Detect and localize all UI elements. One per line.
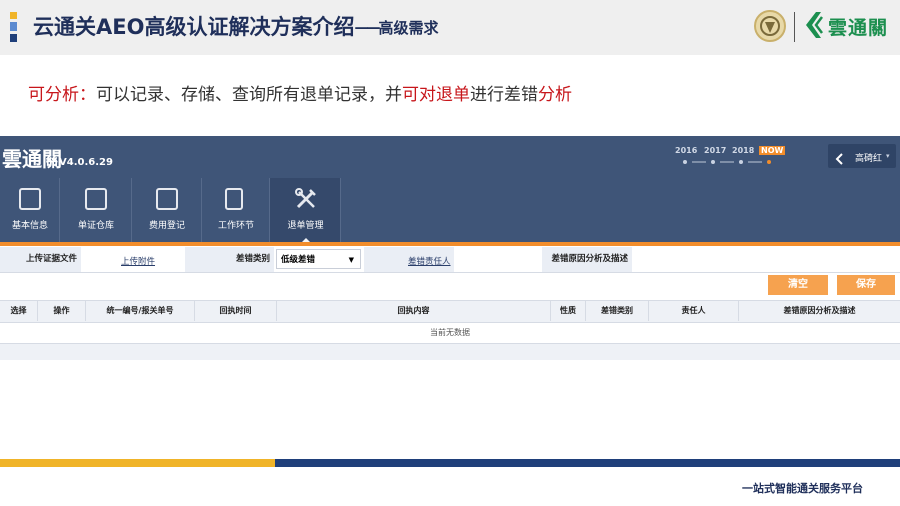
nav-item-label: 单证仓库 [77, 221, 114, 231]
slide-title-main: 云通关AEO高级认证解决方案介绍 [33, 15, 355, 39]
logo-separator [794, 12, 795, 42]
timeline-year-2018[interactable]: 2018 [732, 146, 754, 155]
table-footer-strip [0, 344, 900, 360]
timeline-dot [683, 160, 687, 164]
feature-part-3: 可对退单 [402, 85, 470, 105]
app-brand-logo: 雲通關 [2, 147, 62, 171]
responsible-person-input[interactable] [455, 249, 541, 269]
timeline-line [720, 161, 734, 163]
col-header-action[interactable]: 操作 [38, 300, 86, 321]
nav-item-label: 基本信息 [11, 221, 48, 231]
checklist-icon [225, 188, 243, 210]
timeline-line [748, 161, 762, 163]
feature-part-1: 可分析： [28, 85, 96, 105]
fee-icon [156, 188, 178, 210]
footer-bar-blue [275, 459, 900, 467]
nav-item-fee-registration[interactable]: 费用登记 [132, 178, 202, 242]
feature-part-5: 分析 [538, 85, 572, 105]
app-topbar [0, 136, 900, 178]
timeline-dot-active [767, 160, 771, 164]
error-analysis-label: 差错原因分析及描述 [542, 247, 632, 272]
timeline-year-2016[interactable]: 2016 [675, 146, 697, 155]
timeline-dot [739, 160, 743, 164]
timeline-year-2017[interactable]: 2017 [704, 146, 726, 155]
col-header-receipt-time[interactable]: 回执时间 [195, 300, 277, 321]
nav-item-workflow[interactable]: 工作环节 [202, 178, 270, 242]
nav-item-doc-warehouse[interactable]: 单证仓库 [60, 178, 132, 242]
slide-title-sub: 高级需求 [378, 19, 439, 37]
responsible-person-link[interactable]: 差错责任人 [408, 255, 451, 267]
col-header-select[interactable]: 选择 [0, 300, 38, 321]
nav-item-label: 退单管理 [287, 221, 324, 231]
nav-item-label: 费用登记 [148, 221, 185, 231]
slide-tagline: 一站式智能通关服务平台 [742, 482, 863, 495]
table-empty-message: 当前无数据 [0, 322, 900, 344]
error-type-value: 低级差错 [281, 255, 316, 265]
feature-part-2: 可以记录、存储、查询所有退单记录，并 [96, 85, 402, 105]
title-marker-middle [10, 22, 17, 31]
title-marker-bottom [10, 34, 17, 42]
warehouse-icon [85, 188, 107, 210]
chevron-left-icon [834, 150, 846, 169]
nav-accent-bar [0, 242, 900, 246]
error-type-select[interactable]: 低级差错 ▼ [276, 249, 361, 269]
brand-mark-icon [803, 10, 825, 40]
col-header-declaration-number[interactable]: 统一编号/报关单号 [86, 300, 195, 321]
dropdown-caret-icon: ▼ [348, 256, 354, 264]
clear-button[interactable]: 清空 [768, 275, 828, 295]
col-header-receipt-content[interactable]: 回执内容 [277, 300, 551, 321]
footer-bar-yellow [0, 459, 275, 467]
col-header-responsible[interactable]: 责任人 [649, 300, 739, 321]
nav-item-label: 工作环节 [217, 221, 254, 231]
feature-description: 可分析：可以记录、存储、查询所有退单记录，并可对退单进行差错分析 [28, 80, 572, 105]
app-version: V4.0.6.29 [59, 157, 113, 168]
upload-attachment-link[interactable]: 上传附件 [121, 255, 155, 267]
user-name: 高碕红 [855, 154, 883, 164]
timeline-dot [711, 160, 715, 164]
error-type-label: 差错类别 [185, 247, 274, 272]
timeline-line [692, 161, 706, 163]
col-header-nature[interactable]: 性质 [551, 300, 586, 321]
slide-title: 云通关AEO高级认证解决方案介绍——高级需求 [33, 12, 438, 43]
timeline-now-badge[interactable]: NOW [759, 146, 786, 155]
info-icon [19, 188, 41, 210]
nav-item-return-management[interactable]: 退单管理 [270, 178, 341, 242]
user-menu-caret-icon: ▾ [886, 152, 890, 160]
feature-part-4: 进行差错 [470, 85, 538, 105]
title-marker-top [10, 12, 17, 19]
save-button[interactable]: 保存 [837, 275, 895, 295]
error-analysis-input[interactable] [634, 249, 898, 269]
nav-item-basic-info[interactable]: 基本信息 [0, 178, 60, 242]
emblem-logo-icon [754, 10, 786, 42]
brand-logo-text: 雲通關 [828, 17, 889, 39]
upload-evidence-label: 上传证据文件 [0, 247, 81, 272]
slide-title-dash: —— [354, 20, 380, 36]
col-header-error-analysis[interactable]: 差错原因分析及描述 [739, 300, 900, 321]
col-header-error-type[interactable]: 差错类别 [586, 300, 649, 321]
tools-icon [294, 187, 318, 215]
